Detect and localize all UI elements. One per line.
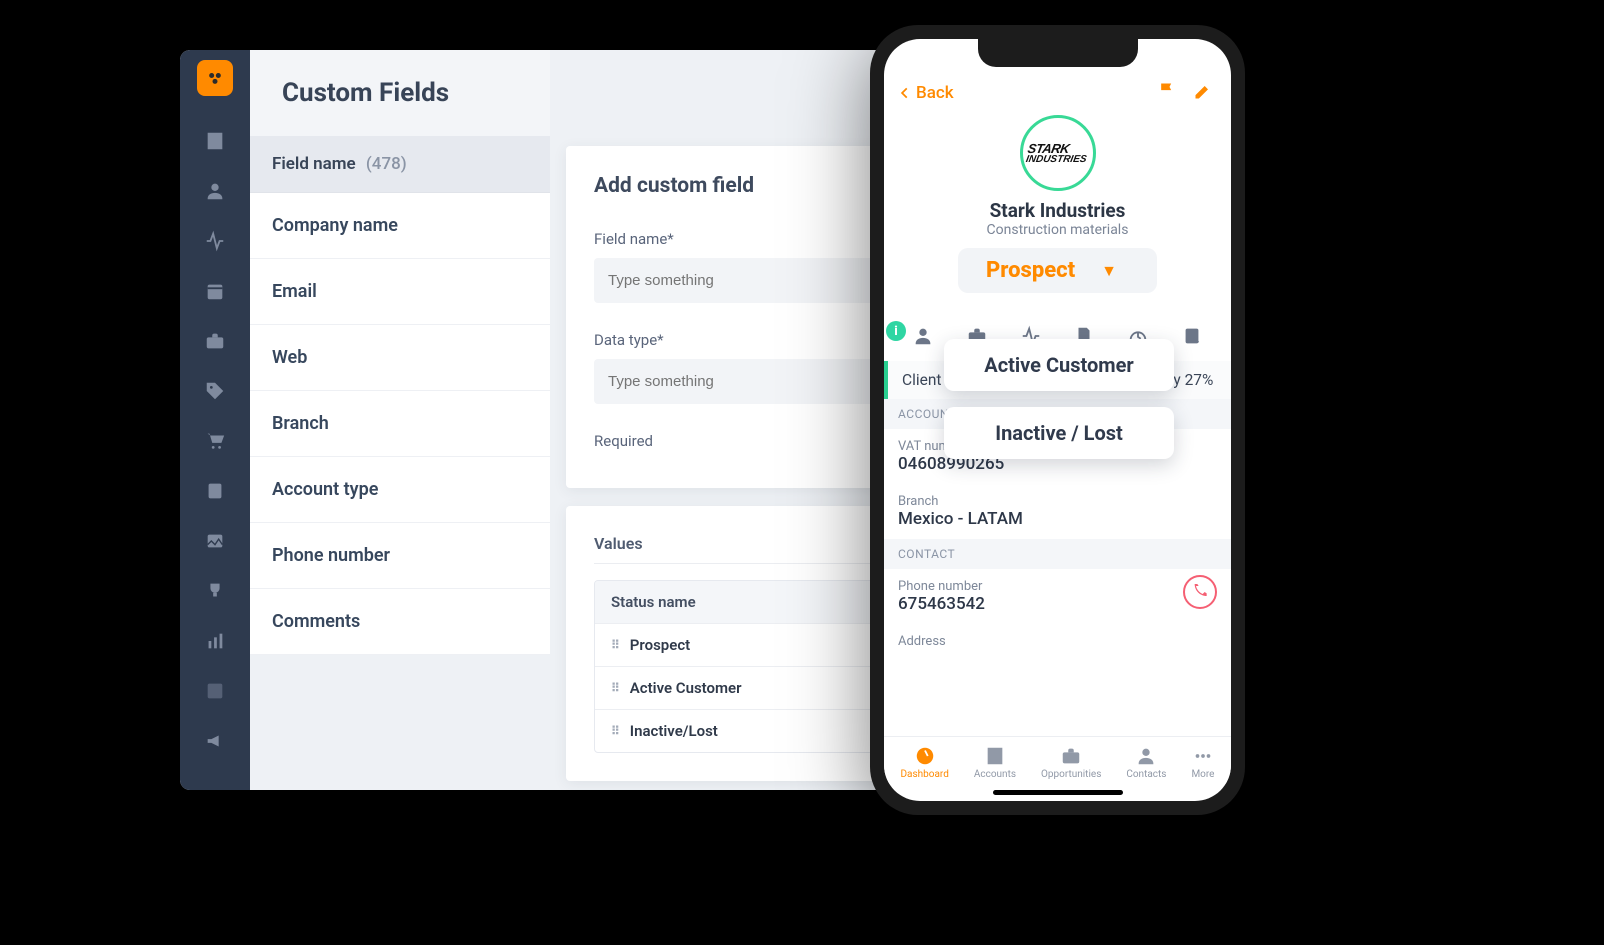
status-option[interactable]: Active Customer bbox=[944, 339, 1174, 391]
address-label: Address bbox=[898, 634, 1217, 649]
contacts-icon[interactable] bbox=[204, 180, 226, 202]
notes-icon[interactable] bbox=[204, 480, 226, 502]
tag-icon[interactable] bbox=[204, 380, 226, 402]
field-item[interactable]: Company name bbox=[250, 193, 550, 259]
nav-label: Dashboard bbox=[900, 769, 948, 780]
phone-bottom-nav: Dashboard Accounts Opportunities Contact… bbox=[884, 736, 1231, 784]
required-label: Required bbox=[594, 432, 916, 450]
branch-value: Mexico - LATAM bbox=[898, 509, 1217, 529]
info-badge-icon[interactable]: i bbox=[886, 321, 906, 341]
phone-number-row: Phone number 675463542 bbox=[884, 569, 1231, 624]
field-count: (478) bbox=[366, 154, 407, 174]
nav-label: Accounts bbox=[974, 769, 1016, 780]
data-type-input[interactable] bbox=[594, 359, 916, 404]
nav-label: More bbox=[1191, 769, 1214, 780]
values-row[interactable]: ⠿ Active Customer bbox=[595, 666, 915, 709]
chart-box-icon[interactable] bbox=[204, 680, 226, 702]
company-logo: STARK INDUSTRIES bbox=[1020, 115, 1096, 191]
nav-dashboard[interactable]: Dashboard bbox=[900, 745, 948, 780]
drag-handle-icon[interactable]: ⠿ bbox=[611, 638, 618, 652]
call-button[interactable] bbox=[1183, 575, 1217, 609]
field-item[interactable]: Email bbox=[250, 259, 550, 325]
drag-handle-icon[interactable]: ⠿ bbox=[611, 681, 618, 695]
status-dropdown[interactable]: Prospect ▼ bbox=[958, 248, 1157, 293]
field-list-header: Field name (478) bbox=[250, 136, 550, 193]
branch-label: Branch bbox=[898, 494, 1217, 509]
company-header: STARK INDUSTRIES Stark Industries Constr… bbox=[884, 115, 1231, 307]
contacts-tab-icon[interactable] bbox=[912, 325, 934, 351]
page-title: Custom Fields bbox=[250, 50, 550, 136]
cart-icon[interactable] bbox=[204, 430, 226, 452]
status-label: Prospect bbox=[986, 258, 1075, 283]
field-item[interactable]: Account type bbox=[250, 457, 550, 523]
drag-handle-icon[interactable]: ⠿ bbox=[611, 724, 618, 738]
nav-accounts[interactable]: Accounts bbox=[974, 745, 1016, 780]
field-list-column: Custom Fields Field name (478) Company n… bbox=[250, 50, 550, 790]
values-column-header: Status name bbox=[595, 581, 915, 623]
megaphone-icon[interactable] bbox=[204, 730, 226, 752]
field-item[interactable]: Web bbox=[250, 325, 550, 391]
phone-number-value: 675463542 bbox=[898, 594, 1217, 614]
back-button[interactable]: Back bbox=[898, 83, 954, 103]
trophy-icon[interactable] bbox=[204, 580, 226, 602]
image-icon[interactable] bbox=[204, 530, 226, 552]
app-logo[interactable] bbox=[197, 60, 233, 96]
main-content: Custom Fields Field name (478) Company n… bbox=[250, 50, 960, 790]
activity-icon[interactable] bbox=[204, 230, 226, 252]
section-contact: CONTACT bbox=[884, 539, 1231, 569]
values-row[interactable]: ⠿ Prospect bbox=[595, 623, 915, 666]
home-indicator[interactable] bbox=[993, 790, 1123, 795]
value-cell: Active Customer bbox=[630, 679, 742, 697]
company-subtitle: Construction materials bbox=[902, 222, 1213, 238]
bars-icon[interactable] bbox=[204, 630, 226, 652]
calendar-icon[interactable] bbox=[204, 280, 226, 302]
values-title: Values bbox=[594, 534, 916, 564]
back-label: Back bbox=[916, 83, 954, 103]
sidebar bbox=[180, 50, 250, 790]
accounts-icon[interactable] bbox=[204, 130, 226, 152]
field-name-input[interactable] bbox=[594, 258, 916, 303]
phone-number-label: Phone number bbox=[898, 579, 1217, 594]
flag-icon[interactable] bbox=[1157, 81, 1177, 105]
branch-row: Branch Mexico - LATAM bbox=[884, 484, 1231, 539]
nav-contacts[interactable]: Contacts bbox=[1126, 745, 1166, 780]
nav-label: Opportunities bbox=[1041, 769, 1101, 780]
nav-opportunities[interactable]: Opportunities bbox=[1041, 745, 1101, 780]
logo-text-2: INDUSTRIES bbox=[1025, 154, 1087, 163]
field-list-header-text: Field name bbox=[272, 154, 356, 174]
field-name-label: Field name* bbox=[594, 230, 916, 248]
field-item[interactable]: Comments bbox=[250, 589, 550, 655]
nav-label: Contacts bbox=[1126, 769, 1166, 780]
form-title: Add custom field bbox=[594, 174, 916, 198]
value-cell: Prospect bbox=[630, 636, 690, 654]
logo-text-1: STARK bbox=[1027, 143, 1090, 155]
values-table: Status name ⠿ Prospect ⠿ Active Customer… bbox=[594, 580, 916, 753]
value-cell: Inactive/Lost bbox=[630, 722, 718, 740]
company-name: Stark Industries bbox=[902, 199, 1213, 222]
phone-notch bbox=[978, 39, 1138, 67]
field-item[interactable]: Phone number bbox=[250, 523, 550, 589]
note-edit-tab-icon[interactable] bbox=[1181, 325, 1203, 351]
status-option[interactable]: Inactive / Lost bbox=[944, 407, 1174, 459]
status-dropdown-options: Active Customer Inactive / Lost bbox=[944, 339, 1174, 475]
chevron-down-icon: ▼ bbox=[1101, 261, 1117, 281]
desktop-app: Custom Fields Field name (478) Company n… bbox=[180, 50, 960, 790]
edit-icon[interactable] bbox=[1193, 81, 1213, 105]
data-type-label: Data type* bbox=[594, 331, 916, 349]
values-row[interactable]: ⠿ Inactive/Lost bbox=[595, 709, 915, 752]
address-row: Address bbox=[884, 624, 1231, 659]
phone-screen: Back STARK INDUSTRIES Stark Industries C… bbox=[884, 39, 1231, 801]
briefcase-icon[interactable] bbox=[204, 330, 226, 352]
top-actions bbox=[1157, 81, 1213, 105]
field-item[interactable]: Branch bbox=[250, 391, 550, 457]
nav-more[interactable]: More bbox=[1191, 745, 1214, 780]
phone-device: Back STARK INDUSTRIES Stark Industries C… bbox=[870, 25, 1245, 815]
